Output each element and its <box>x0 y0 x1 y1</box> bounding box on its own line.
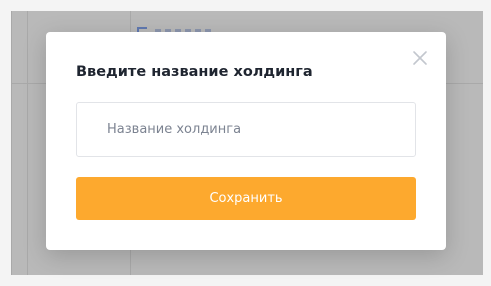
dialog-title: Введите название холдинга <box>76 64 313 80</box>
background-divider <box>27 11 28 275</box>
close-button[interactable] <box>410 48 430 68</box>
holding-name-input[interactable] <box>76 102 416 157</box>
close-icon <box>413 51 427 65</box>
save-button[interactable]: Сохранить <box>76 177 416 220</box>
page-background: Введите название холдинга Сохранить <box>0 0 491 286</box>
background-divider <box>11 11 12 275</box>
holding-name-dialog: Введите название холдинга Сохранить <box>46 32 446 250</box>
